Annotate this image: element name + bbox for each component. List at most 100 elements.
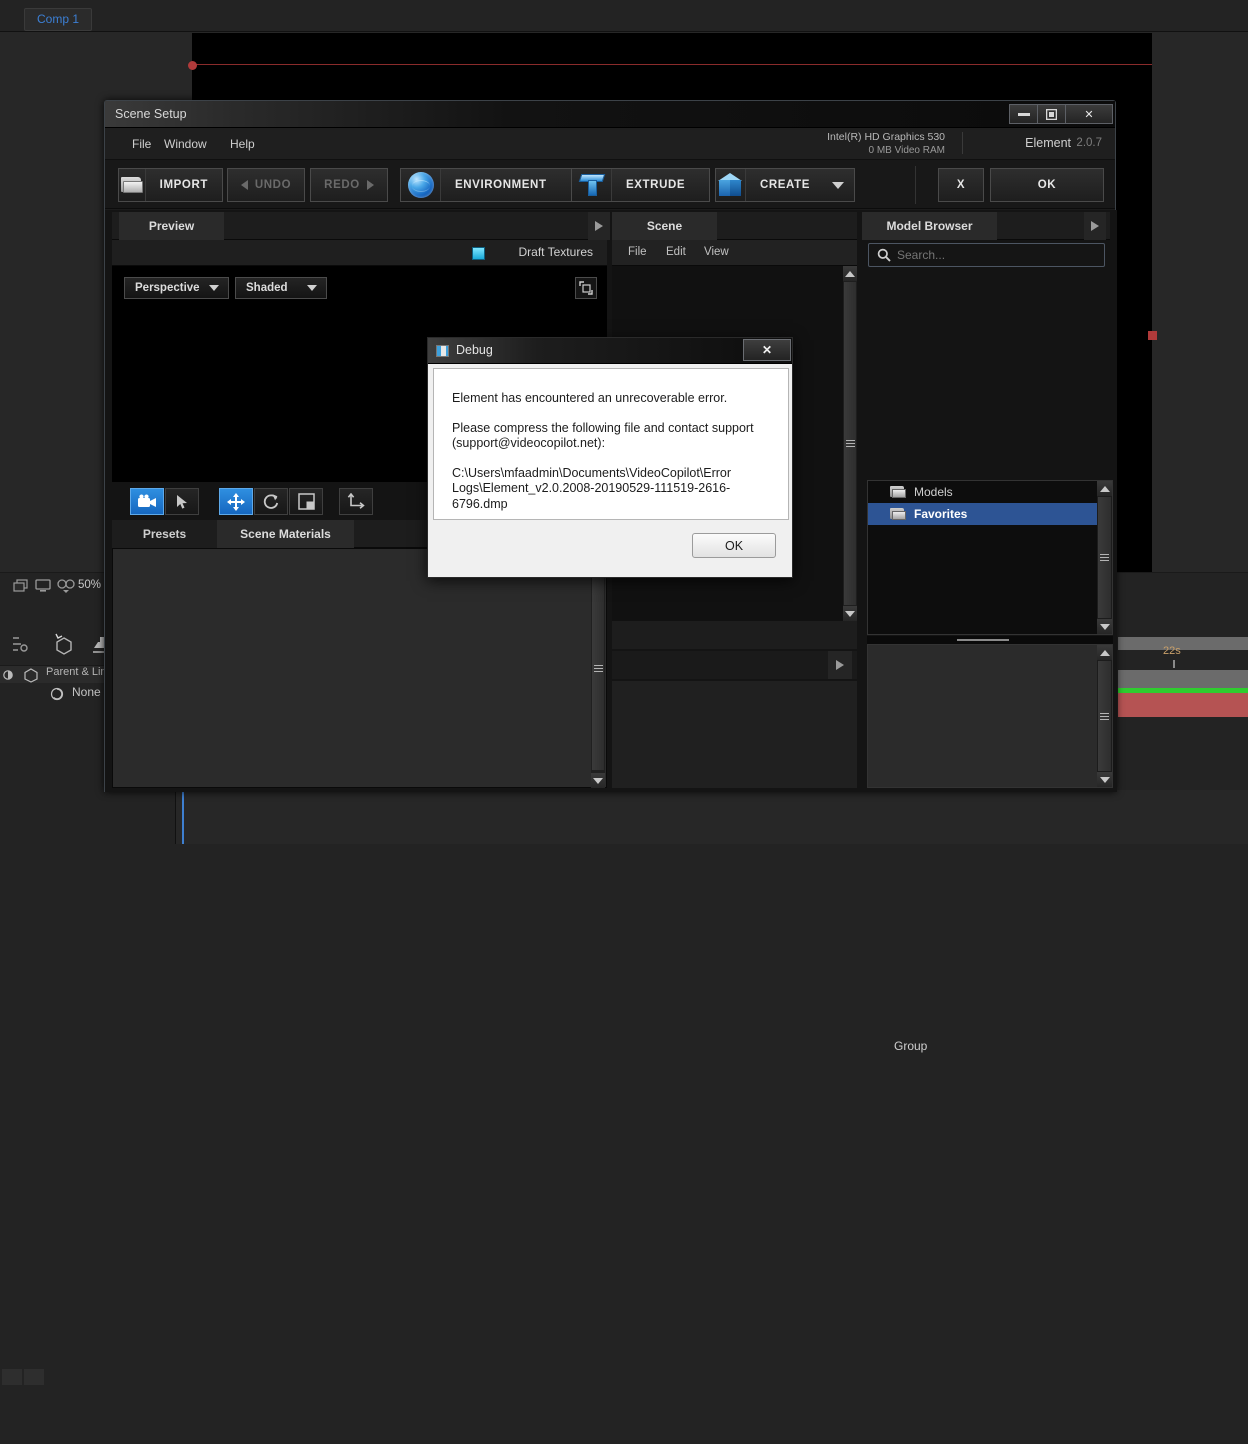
scroll-down-button[interactable] xyxy=(843,606,857,621)
menu-file[interactable]: File xyxy=(132,137,151,151)
scale-tool-button[interactable] xyxy=(289,488,323,515)
scene-materials-list[interactable] xyxy=(112,548,607,788)
scene-tab-strip: Scene xyxy=(612,212,857,240)
dialog-title: Debug xyxy=(456,343,493,357)
timeline-ruler-lower[interactable] xyxy=(1118,670,1248,688)
shy-icon[interactable] xyxy=(3,668,19,682)
collapse-transform-icon[interactable] xyxy=(10,634,30,654)
layer-switch-cell-a[interactable] xyxy=(2,1369,22,1385)
maximize-button[interactable] xyxy=(1037,104,1065,124)
view-mode-dropdown[interactable]: Perspective xyxy=(124,277,229,299)
monitor-icon[interactable] xyxy=(34,578,52,594)
3d-switch-icon[interactable] xyxy=(22,667,40,683)
scroll-down-button[interactable] xyxy=(1097,772,1112,787)
app-icon xyxy=(436,345,449,357)
tab-scene[interactable]: Scene xyxy=(612,212,717,240)
timeline-ruler-upper[interactable] xyxy=(1118,637,1248,650)
layers-icon[interactable] xyxy=(12,578,30,594)
model-browser-scrollbar[interactable] xyxy=(1097,481,1112,634)
dialog-close-button[interactable]: ✕ xyxy=(743,339,791,361)
parent-pickwhip-icon[interactable] xyxy=(48,686,66,702)
model-browser-search[interactable] xyxy=(868,243,1105,267)
ok-button[interactable]: OK xyxy=(990,168,1104,202)
redo-button[interactable]: REDO xyxy=(310,168,388,202)
environment-button[interactable]: ENVIRONMENT xyxy=(400,168,581,202)
preview-options-bar: Draft Textures xyxy=(112,240,607,266)
create-button[interactable]: CREATE xyxy=(715,168,855,202)
gpu-vram: 0 MB Video RAM xyxy=(827,144,945,157)
layer-switch-cell-b[interactable] xyxy=(24,1369,44,1385)
timeline-layer-bar[interactable] xyxy=(1118,693,1248,717)
model-preview-scrollbar[interactable] xyxy=(1097,645,1112,787)
shading-mode-dropdown[interactable]: Shaded xyxy=(235,277,327,299)
chevron-down-icon xyxy=(209,285,219,291)
extrude-button[interactable]: EXTRUDE xyxy=(571,168,710,202)
cancel-button[interactable]: X xyxy=(938,168,984,202)
import-button[interactable]: IMPORT xyxy=(118,168,223,202)
cube-icon xyxy=(716,169,746,201)
tab-scene-materials[interactable]: Scene Materials xyxy=(217,520,354,548)
scene-scrollbar[interactable] xyxy=(843,266,857,621)
menu-window[interactable]: Window xyxy=(164,137,207,151)
camera-tool-button[interactable] xyxy=(130,488,164,515)
model-browser-tree[interactable]: Models Favorites xyxy=(867,480,1113,635)
tab-presets[interactable]: Presets xyxy=(112,520,217,548)
scene-materials-scrollbar[interactable] xyxy=(591,550,605,788)
close-button[interactable]: ✕ xyxy=(1065,104,1113,124)
window-title-bar[interactable]: Scene Setup ✕ xyxy=(105,101,1115,128)
list-item[interactable]: Favorites xyxy=(868,503,1112,525)
model-browser-horizontal-scrollbar[interactable] xyxy=(867,636,1113,644)
model-browser-panel-menu-button[interactable] xyxy=(1084,212,1106,240)
debug-dialog[interactable]: Debug ✕ Element has encountered an unrec… xyxy=(427,337,793,578)
dialog-message-area: Element has encountered an unrecoverable… xyxy=(433,368,789,520)
zoom-level-value[interactable]: 50% xyxy=(78,579,101,591)
composition-tab[interactable]: Comp 1 xyxy=(24,8,92,31)
dialog-ok-button[interactable]: OK xyxy=(692,533,776,558)
search-input[interactable] xyxy=(897,248,1104,262)
scene-menu-file[interactable]: File xyxy=(628,246,647,258)
model-browser-preview-panel[interactable] xyxy=(867,644,1113,788)
scrollbar-thumb[interactable] xyxy=(1098,661,1111,771)
3d-layer-icon[interactable] xyxy=(52,632,78,656)
menu-help[interactable]: Help xyxy=(230,137,255,151)
scene-menu-edit[interactable]: Edit xyxy=(666,246,686,258)
parent-value[interactable]: None xyxy=(72,685,101,699)
preview-panel-menu-button[interactable] xyxy=(588,212,610,240)
timeline-playhead[interactable] xyxy=(182,790,184,844)
scroll-down-button[interactable] xyxy=(1097,619,1112,634)
expand-viewport-button[interactable] xyxy=(575,277,597,299)
scroll-down-button[interactable] xyxy=(591,773,605,788)
scroll-up-button[interactable] xyxy=(1097,645,1112,660)
dialog-title-bar[interactable]: Debug ✕ xyxy=(428,338,792,364)
scale-icon xyxy=(298,493,315,510)
tab-model-browser[interactable]: Model Browser xyxy=(862,212,997,240)
scrollbar-thumb[interactable] xyxy=(957,639,1009,641)
product-name: Element xyxy=(1025,136,1071,150)
scene-lower-panel[interactable] xyxy=(612,681,857,788)
axis-tool-button[interactable] xyxy=(339,488,373,515)
scene-group-row[interactable]: Group xyxy=(612,621,857,649)
rotate-tool-button[interactable] xyxy=(254,488,288,515)
composition-bounding-box-top xyxy=(192,64,1152,65)
list-item[interactable]: Models xyxy=(868,481,1112,503)
chevron-right-icon xyxy=(836,660,844,670)
move-tool-button[interactable] xyxy=(219,488,253,515)
scroll-up-button[interactable] xyxy=(1097,481,1112,496)
tab-preview[interactable]: Preview xyxy=(119,212,224,240)
scrollbar-thumb[interactable] xyxy=(592,566,604,770)
scene-menu-bar: File Edit View xyxy=(612,240,857,266)
scrollbar-thumb[interactable] xyxy=(844,282,856,605)
select-tool-button[interactable] xyxy=(165,488,199,515)
transform-handle-right[interactable] xyxy=(1148,331,1157,340)
minimize-button[interactable] xyxy=(1009,104,1037,124)
scrollbar-thumb[interactable] xyxy=(1098,497,1111,618)
scene-menu-view[interactable]: View xyxy=(704,246,729,258)
redo-label: REDO xyxy=(324,179,360,191)
scene-lower-panel-menu-button[interactable] xyxy=(828,651,852,679)
undo-button[interactable]: UNDO xyxy=(227,168,305,202)
anchor-point-handle[interactable] xyxy=(188,61,197,70)
scroll-up-button[interactable] xyxy=(843,266,857,281)
panel-divider xyxy=(175,790,176,844)
mask-view-icon[interactable] xyxy=(56,578,76,594)
draft-textures-checkbox[interactable] xyxy=(472,247,485,260)
